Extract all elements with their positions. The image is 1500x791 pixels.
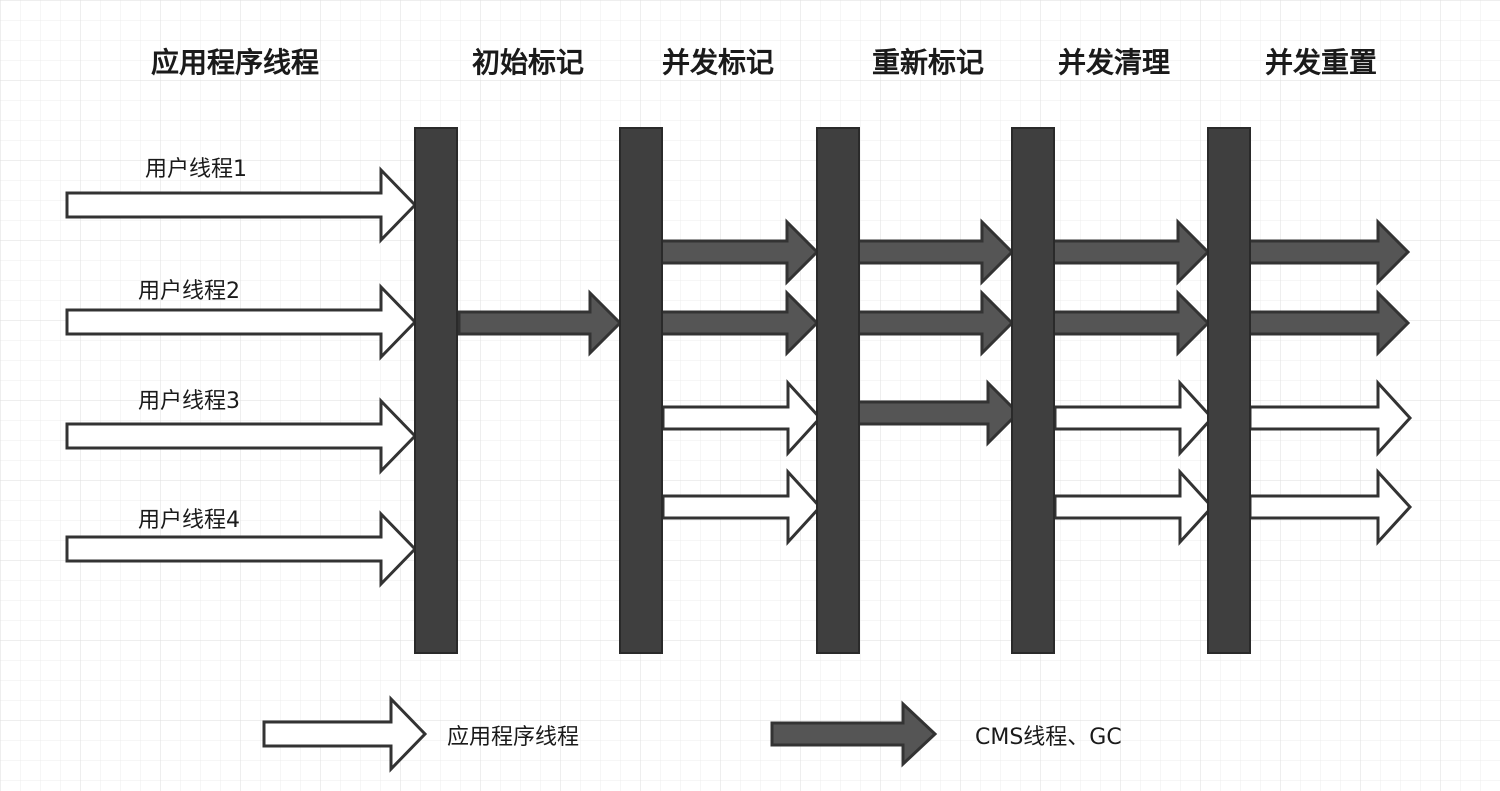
header-concurrent-reset: 并发重置: [1265, 46, 1377, 79]
thread-label-1: 用户线程1: [145, 157, 247, 182]
initial-mark-bar: [414, 127, 458, 654]
thread-label-4: 用户线程4: [138, 508, 240, 533]
thread-label-2: 用户线程2: [138, 279, 240, 304]
header-concurrent-sweep: 并发清理: [1058, 46, 1170, 79]
concurrent-mark-bar: [619, 127, 663, 654]
header-remark: 重新标记: [872, 46, 984, 79]
diagram-svg: 应用程序线程 初始标记 并发标记 重新标记 并发清理 并发重置 用户线程1 用户…: [0, 0, 1500, 791]
legend-app-thread-label: 应用程序线程: [447, 725, 579, 750]
thread-label-3: 用户线程3: [138, 389, 240, 414]
remark-bar: [816, 127, 860, 654]
header-concurrent-mark: 并发标记: [662, 46, 774, 79]
header-initial-mark: 初始标记: [472, 46, 584, 79]
concurrent-reset-bar: [1207, 127, 1251, 654]
cms-gc-diagram: 应用程序线程 初始标记 并发标记 重新标记 并发清理 并发重置 用户线程1 用户…: [0, 0, 1500, 791]
concurrent-sweep-bar: [1011, 127, 1055, 654]
legend-cms-thread-label: CMS线程、GC: [975, 725, 1122, 750]
header-app-threads: 应用程序线程: [151, 46, 319, 79]
